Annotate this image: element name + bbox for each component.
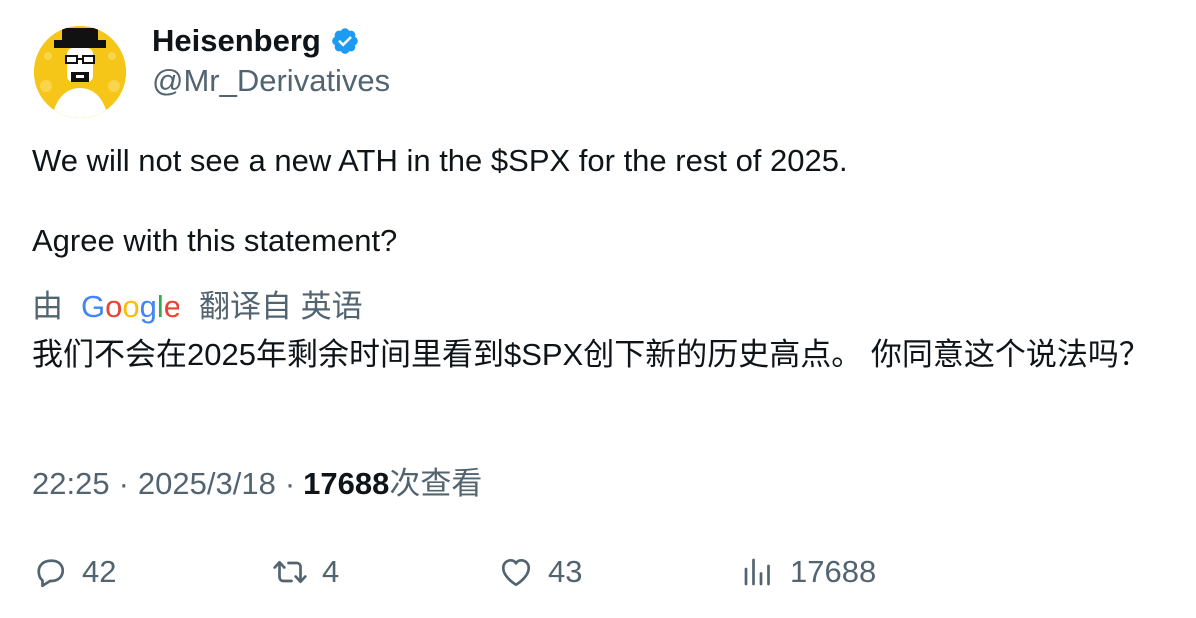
translation-source-language[interactable]: 翻译自 英语 bbox=[199, 287, 363, 327]
translated-text: 我们不会在2025年剩余时间里看到$SPX创下新的历史高点。 你同意这个说法吗？ bbox=[32, 337, 1150, 372]
like-count: 43 bbox=[548, 554, 583, 589]
author-handle[interactable]: @Mr_Derivatives bbox=[152, 62, 390, 100]
analytics-icon bbox=[744, 558, 770, 586]
reply-button[interactable]: 42 bbox=[32, 552, 116, 592]
verified-badge-icon bbox=[330, 26, 360, 56]
translation-attribution: 由 Google 翻译自 英语 bbox=[32, 287, 363, 327]
retweet-count: 4 bbox=[322, 554, 340, 589]
translation-prefix: 由 bbox=[32, 289, 63, 324]
meta-separator: · bbox=[118, 466, 129, 501]
views-count: 17688 bbox=[303, 466, 390, 501]
heisenberg-avatar-icon bbox=[34, 26, 126, 118]
tweet-metadata: 22:25 · 2025/3/18 · 17688 次查看 bbox=[32, 464, 482, 504]
tweet-time[interactable]: 22:25 bbox=[32, 464, 110, 504]
views-label: 次查看 bbox=[389, 466, 483, 501]
views-button[interactable]: 17688 bbox=[740, 552, 876, 592]
like-button[interactable]: 43 bbox=[498, 552, 582, 592]
tweet-text: We will not see a new ATH in the $SPX fo… bbox=[32, 143, 848, 258]
avatar[interactable] bbox=[34, 26, 126, 118]
reply-count: 42 bbox=[82, 554, 117, 589]
action-bar: 42 4 43 17688 bbox=[32, 552, 1162, 592]
author-name-row[interactable]: Heisenberg bbox=[152, 22, 360, 60]
views-action-count: 17688 bbox=[790, 554, 877, 589]
meta-separator: · bbox=[284, 466, 296, 501]
svg-text:Google: Google bbox=[81, 290, 179, 324]
retweet-button[interactable]: 4 bbox=[272, 552, 339, 592]
retweet-icon bbox=[273, 560, 307, 584]
author-name[interactable]: Heisenberg bbox=[152, 22, 321, 60]
google-logo-icon: Google bbox=[81, 290, 179, 324]
tweet-date[interactable]: 2025/3/18 bbox=[138, 464, 276, 504]
heart-icon bbox=[501, 558, 531, 587]
reply-icon bbox=[37, 559, 65, 588]
